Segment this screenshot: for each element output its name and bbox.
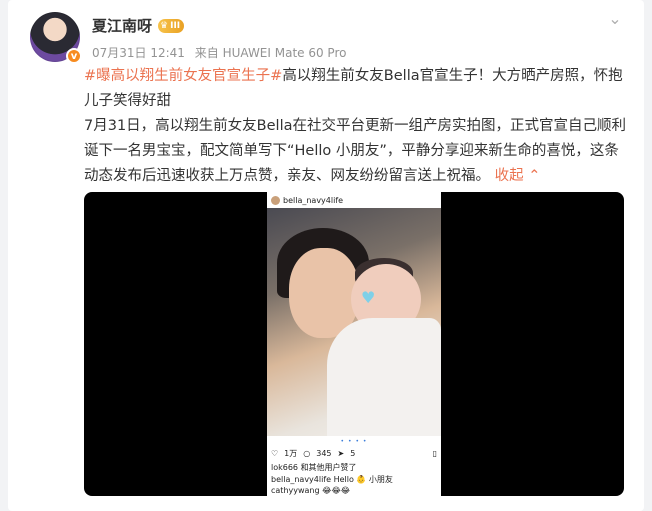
post-source: 来自 HUAWEI Mate 60 Pro xyxy=(194,46,347,60)
verified-badge: v xyxy=(66,48,82,64)
ig-avatar xyxy=(271,195,280,205)
collapse-link[interactable]: 收起 ⌃ xyxy=(495,168,541,184)
ig-header: bella_navy4life xyxy=(267,192,441,208)
author-avatar[interactable]: v xyxy=(30,12,82,64)
ig-username: bella_navy4life xyxy=(283,195,344,205)
author-row: 夏江南呀 ♛ III xyxy=(92,15,185,36)
weibo-post-card: v 夏江南呀 ♛ III 07月31日 12:41 来自 HUAWEI Mate… xyxy=(8,0,644,511)
member-level-badge[interactable]: ♛ III xyxy=(158,18,185,33)
ig-action-bar: ♡ 1万 ○ 345 ➤ 5 ▯ xyxy=(271,448,437,458)
post-text: #曝高以翔生前女友官宣生子#高以翔生前女友Bella官宣生子！大方晒产房照，怀抱… xyxy=(84,64,632,189)
post-date[interactable]: 07月31日 12:41 xyxy=(92,46,185,60)
hospital-photo: ♥ xyxy=(267,208,441,436)
share-icon: ➤ xyxy=(337,448,345,458)
author-name[interactable]: 夏江南呀 xyxy=(92,15,152,36)
bookmark-icon: ▯ xyxy=(432,448,437,458)
post-meta: 07月31日 12:41 来自 HUAWEI Mate 60 Pro xyxy=(92,44,352,61)
post-media[interactable]: bella_navy4life ♥ • • • • ♡ 1万 ○ 345 ➤ 5 ▯ … xyxy=(84,192,624,496)
crown-icon: ♛ xyxy=(160,20,169,31)
carousel-dots: • • • • xyxy=(340,438,368,445)
ig-caption: bella_navy4life Hello 👶 小朋友 xyxy=(271,475,393,484)
comment-icon: ○ xyxy=(303,448,311,458)
chevron-down-icon[interactable]: ⌄ xyxy=(606,10,624,28)
instagram-screenshot: bella_navy4life ♥ • • • • ♡ 1万 ○ 345 ➤ 5 ▯ … xyxy=(267,192,441,496)
post-body: 7月31日，高以翔生前女友Bella在社交平台更新一组产房实拍图，正式官宣自己顺… xyxy=(84,118,626,184)
topic-link[interactable]: #曝高以翔生前女友官宣生子# xyxy=(84,68,282,84)
heart-sticker-icon: ♥ xyxy=(361,288,376,307)
baby-blanket xyxy=(327,318,441,436)
ig-comment: cathyywang 😂😂😂 xyxy=(271,486,351,495)
heart-icon: ♡ xyxy=(271,448,279,458)
ig-liked-by: lok666 和其他用户赞了 xyxy=(271,463,357,472)
chevron-up-icon: ⌃ xyxy=(528,168,541,184)
